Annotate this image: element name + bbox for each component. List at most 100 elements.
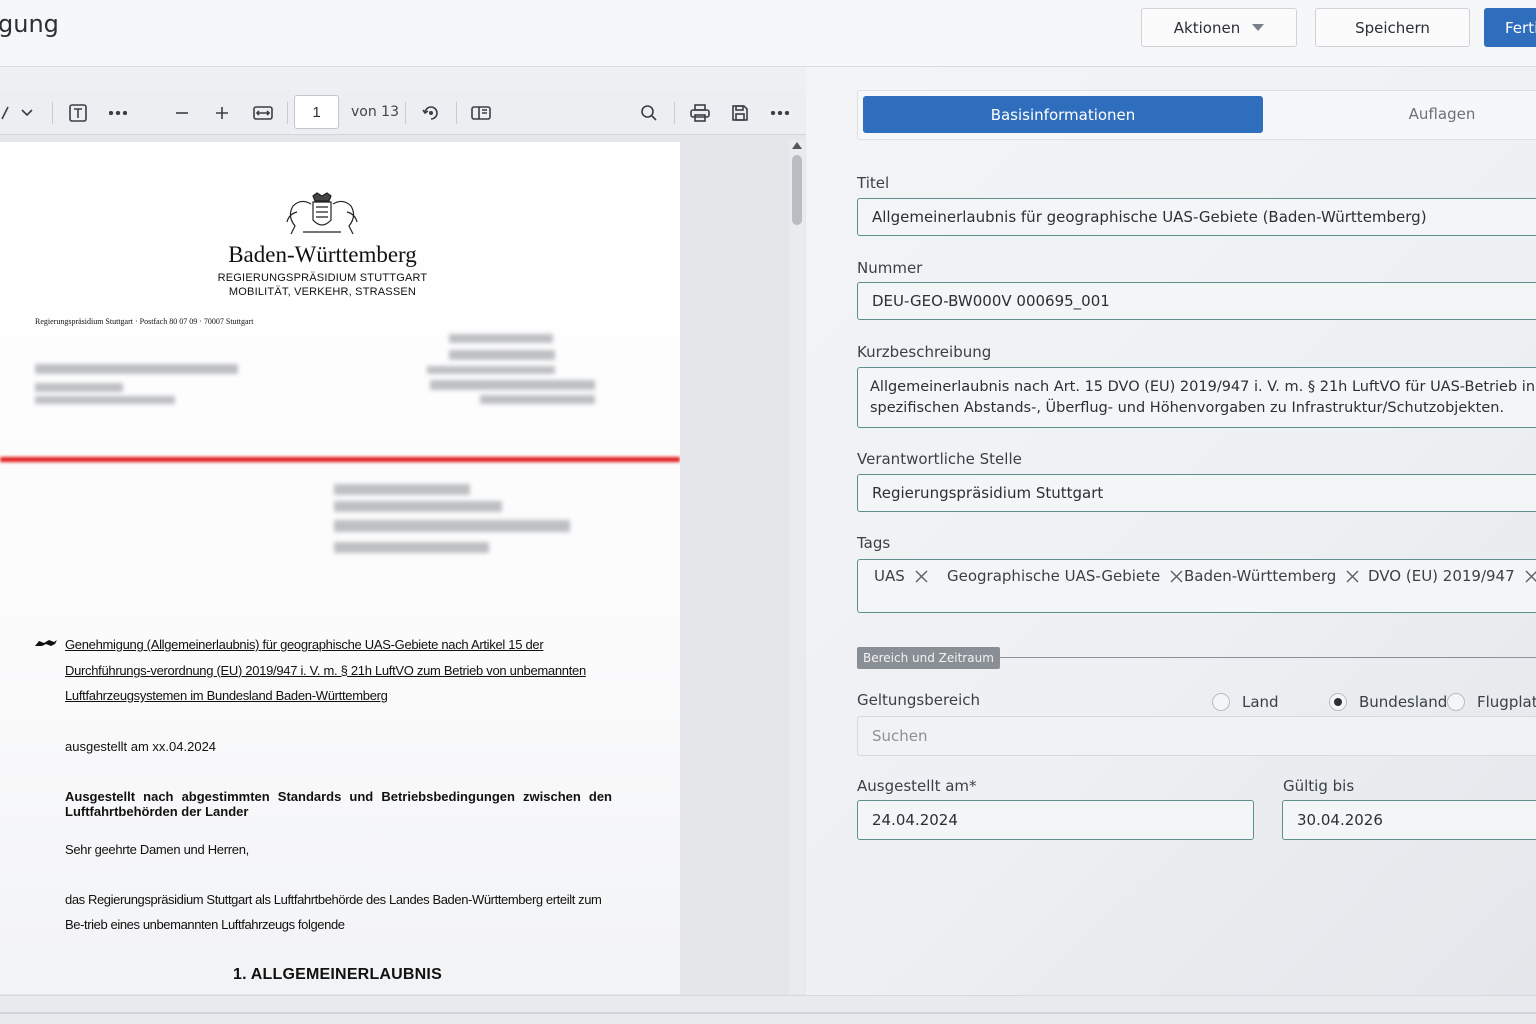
letter-bold-heading: Ausgestellt nach abgestimmten Standards … [65, 789, 612, 819]
rotate-icon[interactable] [419, 90, 443, 135]
summary-line: Allgemeinerlaubnis nach Art. 15 DVO (EU)… [870, 379, 1536, 395]
issued-date-field[interactable]: 24.04.2024 [857, 800, 1254, 840]
tag-chip: DVO (EU) 2019/947 [1368, 565, 1536, 587]
chevron-down-icon [1252, 24, 1265, 31]
valid-until-label: Gültig bis [1283, 777, 1355, 795]
toolbar-divider [405, 102, 406, 124]
tag-label: UAS [874, 567, 905, 585]
letter-salutation: Sehr geehrte Damen und Herren, [65, 842, 249, 857]
actions-button-label: Aktionen [1173, 18, 1241, 37]
redacted-text [35, 396, 175, 404]
close-icon[interactable] [1525, 570, 1536, 583]
radio-label: Land [1242, 693, 1279, 711]
section-heading-badge: Bereich und Zeitraum [857, 647, 1000, 669]
issued-label: Ausgestellt am* [857, 777, 977, 795]
app-header: gung [0, 0, 1536, 67]
pdf-page: Baden-Württemberg REGIERUNGSPRÄSIDIUM ST… [0, 142, 680, 994]
letter-issued-date: ausgestellt am xx.04.2024 [65, 739, 217, 754]
more-options-icon[interactable] [768, 90, 792, 135]
pdf-scrollbar[interactable] [789, 140, 805, 994]
print-icon[interactable] [688, 90, 712, 135]
more-tools-icon[interactable] [106, 90, 130, 135]
toolbar-divider [52, 102, 53, 124]
summary-textarea[interactable]: Allgemeinerlaubnis nach Art. 15 DVO (EU)… [857, 367, 1536, 428]
zoom-out-icon[interactable] [170, 90, 194, 135]
close-icon[interactable] [1346, 570, 1359, 583]
bottom-divider [0, 1012, 1536, 1014]
chevron-down-icon[interactable] [18, 90, 36, 135]
number-field[interactable]: DEU-GEO-BW000V 000695_001 [857, 282, 1536, 320]
redacted-text [35, 364, 238, 374]
letter-section-heading: 1. ALLGEMEINERLAUBNIS [233, 966, 442, 983]
number-label: Nummer [857, 259, 923, 277]
close-icon[interactable] [915, 570, 928, 583]
close-icon[interactable] [1170, 570, 1183, 583]
page-number-input[interactable] [294, 95, 339, 129]
authority-label: Verantwortliche Stelle [857, 450, 1022, 468]
radio-label: Bundesland [1359, 693, 1448, 711]
authority-field[interactable]: Regierungspräsidium Stuttgart [857, 474, 1536, 512]
tag-label: Baden-Württemberg [1184, 567, 1337, 585]
radio-land[interactable]: Land [1212, 693, 1279, 711]
tag-chip: Geographische UAS-Gebiete [947, 565, 1183, 587]
title-field[interactable]: Allgemeinerlaubnis für geographische UAS… [857, 198, 1536, 236]
toolbar-divider [287, 102, 288, 124]
redacted-text [334, 520, 570, 532]
save-button[interactable]: Speichern [1315, 8, 1470, 47]
fit-width-icon[interactable] [251, 90, 275, 135]
summary-label: Kurzbeschreibung [857, 343, 992, 361]
radio-bundesland[interactable]: Bundesland [1329, 693, 1447, 711]
redacted-text [334, 484, 470, 495]
letter-body: das Regierungspräsidium Stuttgart als Lu… [65, 892, 602, 932]
letterhead-department: MOBILITÄT, VERKEHR, STRASSEN [228, 286, 417, 298]
letter-subject: Genehmigung (Allgemeinerlaubnis) für geo… [65, 637, 586, 703]
section-divider [998, 657, 1536, 658]
zoom-in-icon[interactable] [210, 90, 234, 135]
tab-auflagen[interactable]: Auflagen [1380, 105, 1504, 123]
sender-address-line: Regierungspräsidium Stuttgart · Postfach… [35, 317, 254, 326]
redacted-text [430, 380, 595, 390]
red-marker-line [0, 457, 680, 462]
bottom-bar [0, 995, 1536, 1024]
redacted-text [449, 334, 553, 343]
redacted-text [334, 501, 502, 512]
redacted-text [427, 366, 555, 374]
title-label: Titel [857, 174, 890, 192]
text-tool-icon[interactable] [66, 90, 90, 135]
page-title: gung [0, 10, 59, 38]
pdf-scrollbar-thumb[interactable] [792, 155, 802, 225]
redacted-text [449, 350, 555, 360]
redacted-text [480, 395, 595, 404]
toolbar-divider [456, 102, 457, 124]
tab-basisinformationen[interactable]: Basisinformationen [863, 96, 1263, 133]
draw-icon[interactable] [0, 90, 10, 135]
radio-circle[interactable] [1212, 693, 1230, 711]
page-view-icon[interactable] [469, 90, 493, 135]
radio-flugplatz[interactable]: Flugplatz [1447, 693, 1536, 711]
valid-until-field[interactable]: 30.04.2026 [1282, 800, 1536, 840]
radio-circle[interactable] [1447, 693, 1465, 711]
redacted-text [334, 542, 489, 553]
page-count: von 13 [351, 104, 399, 120]
letterhead-authority: REGIERUNGSPRÄSIDIUM STUTTGART [217, 272, 428, 284]
toolbar-divider [674, 102, 675, 124]
tags-label: Tags [857, 534, 891, 552]
scope-search-input[interactable]: Suchen [857, 716, 1536, 756]
radio-circle-checked[interactable] [1329, 693, 1347, 711]
actions-button[interactable]: Aktionen [1141, 8, 1297, 47]
redacted-text [35, 383, 123, 392]
scroll-up-icon[interactable] [792, 142, 802, 149]
save-icon[interactable] [728, 90, 752, 135]
finish-button[interactable]: Ferti [1484, 8, 1536, 47]
radio-label: Flugplatz [1477, 693, 1536, 711]
tag-label: Geographische UAS-Gebiete [947, 567, 1161, 585]
tag-chip: Baden-Württemberg [1184, 565, 1359, 587]
search-icon[interactable] [637, 90, 661, 135]
summary-line: spezifischen Abstands-, Überflug- und Hö… [870, 400, 1505, 416]
letterhead-state-name: Baden-Württemberg [228, 242, 417, 267]
tag-label: DVO (EU) 2019/947 [1368, 567, 1515, 585]
coat-of-arms-icon [286, 192, 358, 235]
state-lion-icon [35, 640, 57, 646]
tag-chip: UAS [874, 565, 928, 587]
scope-label: Geltungsbereich [857, 691, 980, 709]
